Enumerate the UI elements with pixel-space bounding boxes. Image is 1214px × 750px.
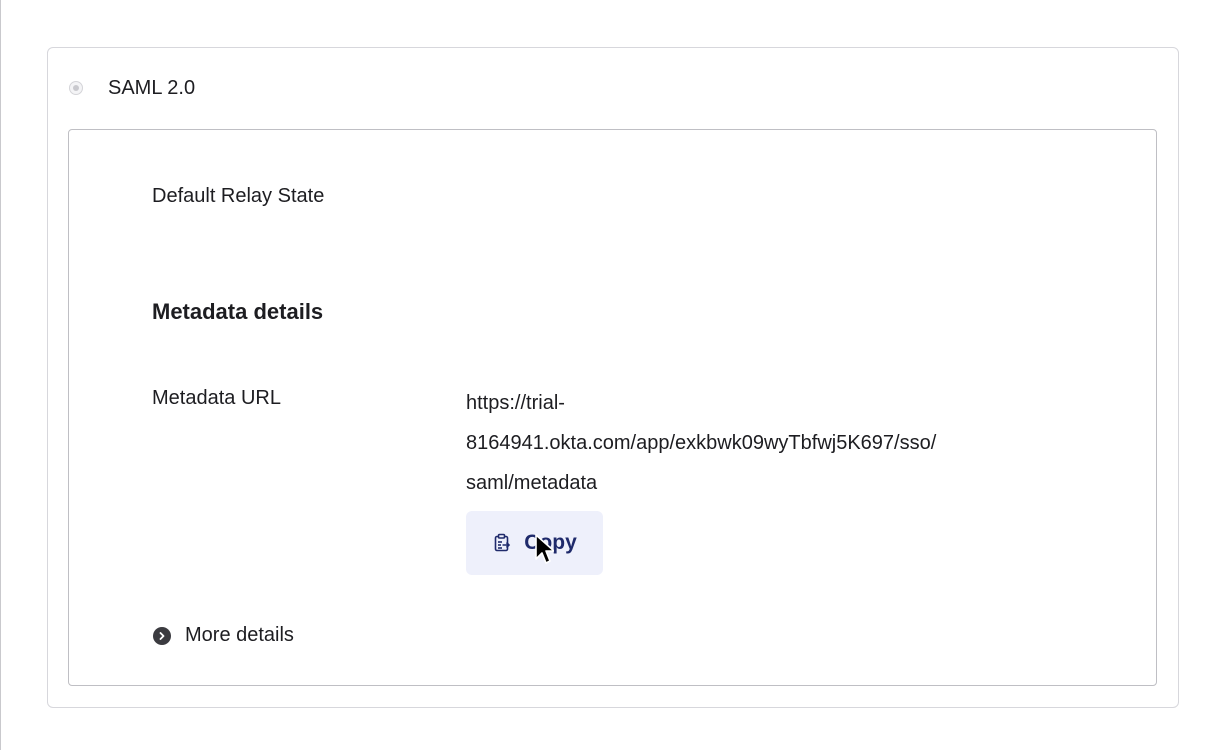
clipboard-icon [492, 533, 512, 553]
metadata-url-label: Metadata URL [152, 387, 281, 409]
default-relay-state-label: Default Relay State [152, 185, 325, 207]
metadata-url-line: saml/metadata [466, 472, 598, 494]
saml-radio-option[interactable]: SAML 2.0 [69, 76, 195, 100]
metadata-details-heading: Metadata details [152, 299, 324, 324]
more-details-toggle[interactable]: More details [153, 624, 294, 647]
radio-label: SAML 2.0 [108, 76, 196, 99]
chevron-right-circle-icon [153, 626, 171, 645]
metadata-url-value: https://trial- 8164941.okta.com/app/exkb… [466, 383, 1106, 503]
radio-dot-icon [73, 85, 79, 91]
radio-button[interactable] [69, 81, 83, 95]
more-details-label: More details [185, 624, 294, 646]
copy-button[interactable]: Copy [466, 511, 603, 575]
metadata-url-line: https://trial- [466, 392, 565, 414]
metadata-url-line: 8164941.okta.com/app/exkbwk09wyTbfwj5K69… [466, 432, 937, 454]
copy-button-label: Copy [524, 531, 577, 554]
page: SAML 2.0 Default Relay State Metadata de… [0, 0, 1214, 750]
